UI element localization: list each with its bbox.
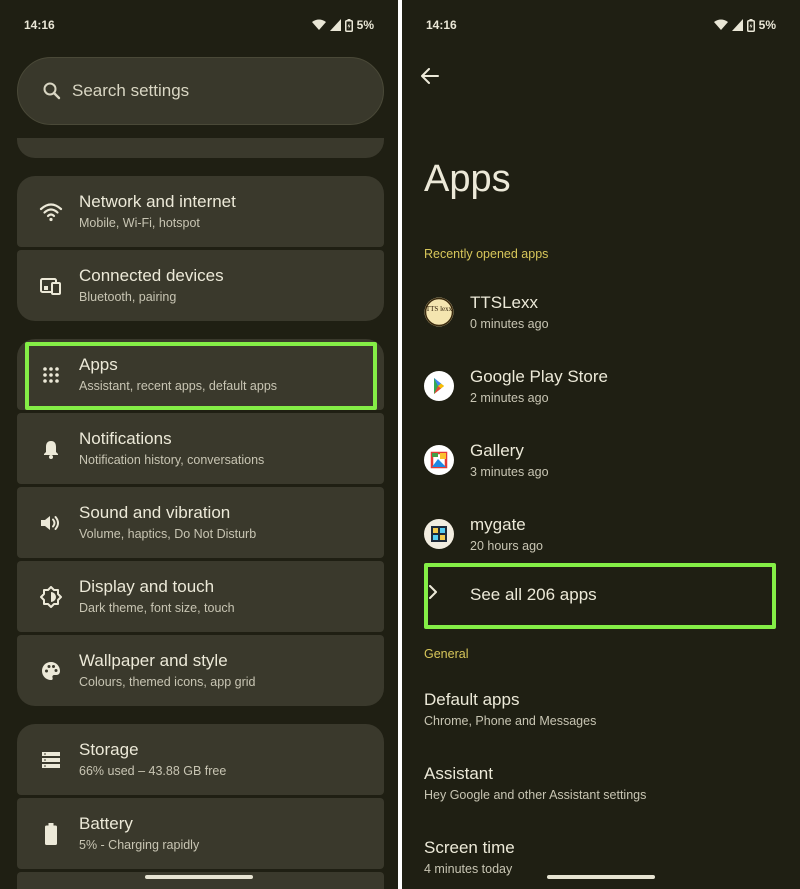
settings-item-sound[interactable]: Sound and vibration Volume, haptics, Do …	[17, 487, 384, 558]
settings-item-title: Display and touch	[79, 577, 215, 596]
status-icons: 5%	[713, 18, 776, 32]
recent-app-ttslexx[interactable]: TTS lexx TTSLexx 0 minutes ago	[424, 287, 780, 347]
general-item-subtitle: 4 minutes today	[424, 862, 513, 876]
settings-item-subtitle: Volume, haptics, Do Not Disturb	[79, 527, 257, 541]
settings-item-subtitle: Bluetooth, pairing	[79, 290, 177, 304]
battery-percent: 5%	[758, 18, 776, 32]
general-header: General	[424, 647, 469, 661]
settings-item-title: Notifications	[79, 429, 172, 448]
settings-item-wallpaper[interactable]: Wallpaper and style Colours, themed icon…	[17, 635, 384, 706]
app-last-opened: 3 minutes ago	[470, 465, 549, 479]
gesture-navigation-bar[interactable]	[145, 875, 253, 879]
battery-status-icon	[746, 18, 755, 32]
settings-item-notifications[interactable]: Notifications Notification history, conv…	[17, 413, 384, 484]
mygate-icon	[424, 519, 454, 549]
settings-item-display[interactable]: Display and touch Dark theme, font size,…	[17, 561, 384, 632]
general-item-title: Default apps	[424, 690, 520, 709]
recently-opened-header: Recently opened apps	[424, 247, 549, 261]
palette-icon	[39, 659, 63, 683]
wifi-status-icon	[713, 19, 728, 30]
settings-item-network[interactable]: Network and internet Mobile, Wi-Fi, hots…	[17, 176, 384, 247]
apps-highlight-box	[25, 342, 377, 410]
settings-item-title: Connected devices	[79, 266, 224, 285]
general-item-screen-time[interactable]: Screen time 4 minutes today	[424, 838, 780, 888]
back-arrow-icon[interactable]	[418, 64, 442, 88]
settings-item-subtitle: Dark theme, font size, touch	[79, 601, 235, 615]
recent-app-play-store[interactable]: Google Play Store 2 minutes ago	[424, 361, 780, 421]
gesture-navigation-bar[interactable]	[547, 875, 655, 879]
settings-item-connected-devices[interactable]: Connected devices Bluetooth, pairing	[17, 250, 384, 321]
storage-icon	[39, 748, 63, 772]
play-store-icon	[424, 371, 454, 401]
settings-item-title: Network and internet	[79, 192, 236, 211]
bell-icon	[39, 437, 63, 461]
app-name: TTSLexx	[470, 293, 539, 312]
settings-item-title: Sound and vibration	[79, 503, 231, 522]
search-placeholder: Search settings	[72, 81, 190, 100]
status-bar: 14:16 5%	[24, 18, 374, 34]
signal-status-icon	[731, 19, 743, 31]
app-last-opened: 0 minutes ago	[470, 317, 549, 331]
general-item-assistant[interactable]: Assistant Hey Google and other Assistant…	[424, 764, 780, 814]
recent-app-mygate[interactable]: mygate 20 hours ago	[424, 509, 780, 569]
status-icons: 5%	[311, 18, 374, 32]
app-last-opened: 20 hours ago	[470, 539, 543, 553]
settings-item-subtitle: Notification history, conversations	[79, 453, 265, 467]
settings-item-battery[interactable]: Battery 5% - Charging rapidly	[17, 798, 384, 869]
recent-app-gallery[interactable]: Gallery 3 minutes ago	[424, 435, 780, 495]
connected-devices-icon	[39, 274, 63, 298]
general-item-title: Assistant	[424, 764, 493, 783]
apps-screen: 14:16 5% Apps Recently opened apps TTS l…	[402, 0, 800, 889]
see-all-highlight-box	[424, 563, 776, 629]
settings-item-subtitle: Colours, themed icons, app grid	[79, 675, 256, 689]
speaker-icon	[39, 511, 63, 535]
page-title: Apps	[424, 158, 511, 200]
search-settings-bar[interactable]: Search settings	[17, 57, 384, 125]
settings-item-title: Wallpaper and style	[79, 651, 228, 670]
settings-item-subtitle: 5% - Charging rapidly	[79, 838, 200, 852]
general-item-title: Screen time	[424, 838, 515, 857]
app-name: Google Play Store	[470, 367, 608, 386]
settings-item-title: Storage	[79, 740, 139, 759]
battery-icon	[39, 822, 63, 846]
settings-item-subtitle: 66% used – 43.88 GB free	[79, 764, 227, 778]
status-bar: 14:16 5%	[426, 18, 776, 34]
status-time: 14:16	[24, 18, 55, 32]
app-name: mygate	[470, 515, 526, 534]
previous-card-edge	[17, 138, 384, 158]
ttslexx-icon: TTS lexx	[424, 297, 454, 327]
battery-percent: 5%	[356, 18, 374, 32]
brightness-icon	[39, 585, 63, 609]
general-item-default-apps[interactable]: Default apps Chrome, Phone and Messages	[424, 690, 780, 740]
app-last-opened: 2 minutes ago	[470, 391, 549, 405]
general-item-subtitle: Chrome, Phone and Messages	[424, 714, 597, 728]
wifi-status-icon	[311, 19, 326, 30]
status-time: 14:16	[426, 18, 457, 32]
ttslexx-logo-text: TTS lexx	[426, 305, 453, 313]
settings-item-storage[interactable]: Storage 66% used – 43.88 GB free	[17, 724, 384, 795]
search-icon	[42, 81, 62, 101]
settings-item-title: Battery	[79, 814, 133, 833]
general-item-subtitle: Hey Google and other Assistant settings	[424, 788, 647, 802]
settings-item-subtitle: Mobile, Wi-Fi, hotspot	[79, 216, 200, 230]
wifi-icon	[39, 200, 63, 224]
battery-status-icon	[344, 18, 353, 32]
gallery-icon	[424, 445, 454, 475]
signal-status-icon	[329, 19, 341, 31]
app-name: Gallery	[470, 441, 524, 460]
settings-screen: 14:16 5% Search settings Network and int…	[0, 0, 398, 889]
